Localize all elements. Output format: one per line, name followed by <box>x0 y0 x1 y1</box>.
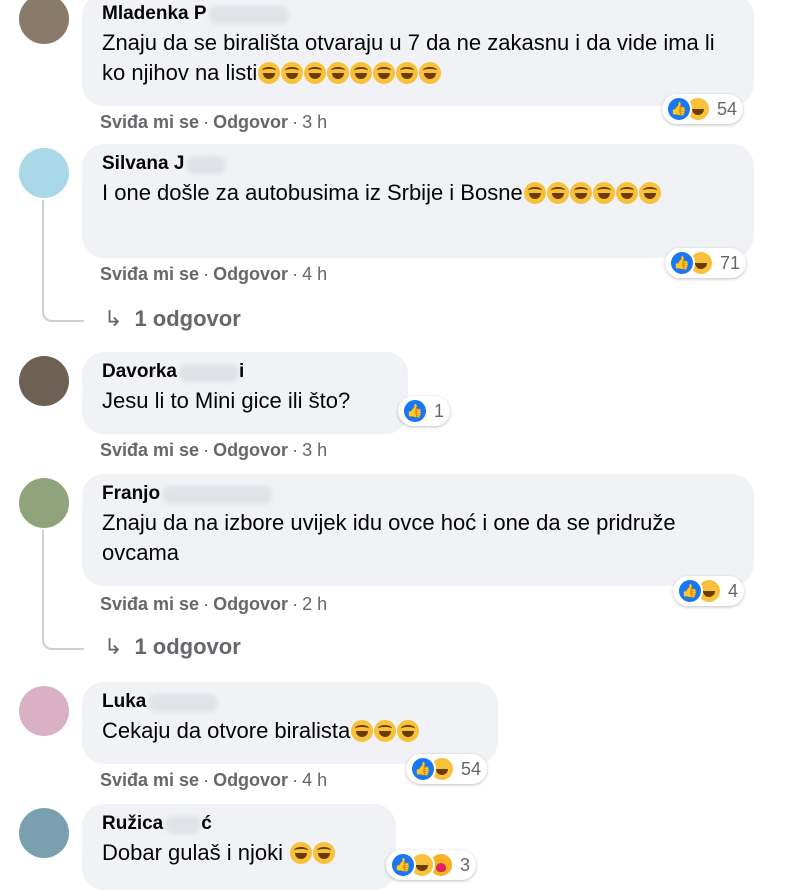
timestamp[interactable]: 3 h <box>302 440 327 460</box>
laughing-emoji-icon <box>374 720 397 742</box>
avatar[interactable] <box>19 478 69 528</box>
avatar[interactable] <box>19 808 69 858</box>
comment-text: I one došle za autobusima iz Srbije i Bo… <box>102 178 736 208</box>
comment-bubble: Mladenka P Znaju da se birališta otvaraj… <box>82 0 754 106</box>
laughing-emoji-icon <box>313 842 336 864</box>
reply-arrow-icon: ↳ <box>104 634 123 659</box>
laughing-emoji-icon <box>397 720 420 742</box>
thread-line <box>42 530 84 650</box>
laughing-emoji-icon <box>546 182 569 204</box>
laughing-emoji-group <box>257 60 442 85</box>
reply-button[interactable]: Odgovor <box>213 594 288 614</box>
laughing-emoji-icon <box>592 182 615 204</box>
timestamp[interactable]: 4 h <box>302 264 327 284</box>
avatar[interactable] <box>19 356 69 406</box>
timestamp[interactable]: 3 h <box>302 112 327 132</box>
laughing-emoji-icon <box>523 182 546 204</box>
reaction-count: 3 <box>460 854 471 875</box>
laughing-emoji-icon <box>350 62 373 84</box>
author-name-suffix: ć <box>201 813 212 834</box>
laughing-emoji-group <box>350 718 420 743</box>
laughing-emoji-icon <box>638 182 661 204</box>
reaction-summary[interactable]: 👍 4 <box>673 576 745 606</box>
redaction <box>148 693 219 712</box>
like-icon: 👍 <box>677 578 703 604</box>
author-name[interactable]: Mladenka P <box>102 2 207 26</box>
redaction <box>165 815 202 834</box>
avatar[interactable] <box>19 686 69 736</box>
comment-text: Jesu li to Mini gice ili što? <box>102 388 351 413</box>
redaction <box>179 363 239 382</box>
laughing-emoji-icon <box>373 62 396 84</box>
like-button[interactable]: Sviđa mi se <box>100 264 199 284</box>
reaction-count: 4 <box>728 580 739 601</box>
like-button[interactable]: Sviđa mi se <box>100 770 199 790</box>
like-icon: 👍 <box>390 852 416 878</box>
like-icon: 👍 <box>402 398 428 424</box>
reaction-count: 54 <box>461 758 482 779</box>
comment-bubble: Franjo Znaju da na izbore uvijek idu ovc… <box>82 474 754 586</box>
reply-button[interactable]: Odgovor <box>213 112 288 132</box>
laughing-emoji-icon <box>327 62 350 84</box>
reaction-summary[interactable]: 👍 1 <box>398 396 451 426</box>
view-replies-link[interactable]: ↳ 1 odgovor <box>104 306 241 332</box>
comment-text: Cekaju da otvore biralista <box>102 716 480 746</box>
comment-actions: Sviđa mi se · Odgovor · 4 h <box>100 264 328 284</box>
reply-button[interactable]: Odgovor <box>213 264 288 284</box>
avatar[interactable] <box>19 148 69 198</box>
author-name[interactable]: Ružica <box>102 812 163 836</box>
reaction-summary[interactable]: 👍 54 <box>662 94 744 124</box>
view-replies-link[interactable]: ↳ 1 odgovor <box>104 634 241 660</box>
reaction-summary[interactable]: 👍 71 <box>665 248 747 278</box>
reply-button[interactable]: Odgovor <box>213 440 288 460</box>
comment-bubble: Ružica ć Dobar gulaš i njoki <box>82 804 396 890</box>
comment-bubble: Davorka i Jesu li to Mini gice ili što? <box>82 352 408 434</box>
like-icon: 👍 <box>666 96 692 122</box>
redaction <box>208 5 289 24</box>
laughing-emoji-group <box>289 840 336 865</box>
comment-text: Znaju da se birališta otvaraju u 7 da ne… <box>102 30 715 85</box>
like-button[interactable]: Sviđa mi se <box>100 112 199 132</box>
laughing-emoji-icon <box>290 842 313 864</box>
reaction-summary[interactable]: 👍 54 <box>406 754 488 784</box>
laughing-emoji-icon <box>351 720 374 742</box>
comment-bubble: Silvana J I one došle za autobusima iz S… <box>82 144 754 258</box>
like-button[interactable]: Sviđa mi se <box>100 440 199 460</box>
author-name[interactable]: Franjo <box>102 482 160 506</box>
author-name[interactable]: Silvana J <box>102 152 184 176</box>
comment-bubble: Luka Cekaju da otvore biralista <box>82 682 498 764</box>
timestamp[interactable]: 4 h <box>302 770 327 790</box>
comment-actions: Sviđa mi se · Odgovor · 3 h <box>100 440 328 460</box>
laughing-emoji-icon <box>569 182 592 204</box>
author-name[interactable]: Luka <box>102 690 146 714</box>
thread-line <box>42 200 84 322</box>
laughing-emoji-icon <box>304 62 327 84</box>
redaction <box>162 485 273 504</box>
author-name-suffix: i <box>239 361 245 382</box>
comment-actions: Sviđa mi se · Odgovor · 3 h <box>100 112 328 132</box>
reaction-count: 54 <box>717 98 738 119</box>
laughing-emoji-group <box>523 180 661 205</box>
avatar[interactable] <box>19 0 69 44</box>
reaction-count: 1 <box>434 400 445 421</box>
laughing-emoji-icon <box>396 62 419 84</box>
laughing-emoji-icon <box>419 62 442 84</box>
comment-actions: Sviđa mi se · Odgovor · 4 h <box>100 770 328 790</box>
comment-actions: Sviđa mi se · Odgovor · 2 h <box>100 594 328 614</box>
laughing-emoji-icon <box>281 62 304 84</box>
redaction <box>186 155 227 174</box>
comment-text: Dobar gulaš i njoki <box>102 838 378 868</box>
reaction-count: 71 <box>720 252 741 273</box>
like-icon: 👍 <box>410 756 436 782</box>
reply-button[interactable]: Odgovor <box>213 770 288 790</box>
reply-arrow-icon: ↳ <box>104 306 123 331</box>
laughing-emoji-icon <box>615 182 638 204</box>
like-button[interactable]: Sviđa mi se <box>100 594 199 614</box>
author-name[interactable]: Davorka <box>102 360 177 384</box>
laughing-emoji-icon <box>258 62 281 84</box>
reaction-summary[interactable]: 👍 3 <box>386 850 477 880</box>
timestamp[interactable]: 2 h <box>302 594 327 614</box>
comment-text: Znaju da na izbore uvijek idu ovce hoć i… <box>102 510 676 565</box>
like-icon: 👍 <box>669 250 695 276</box>
